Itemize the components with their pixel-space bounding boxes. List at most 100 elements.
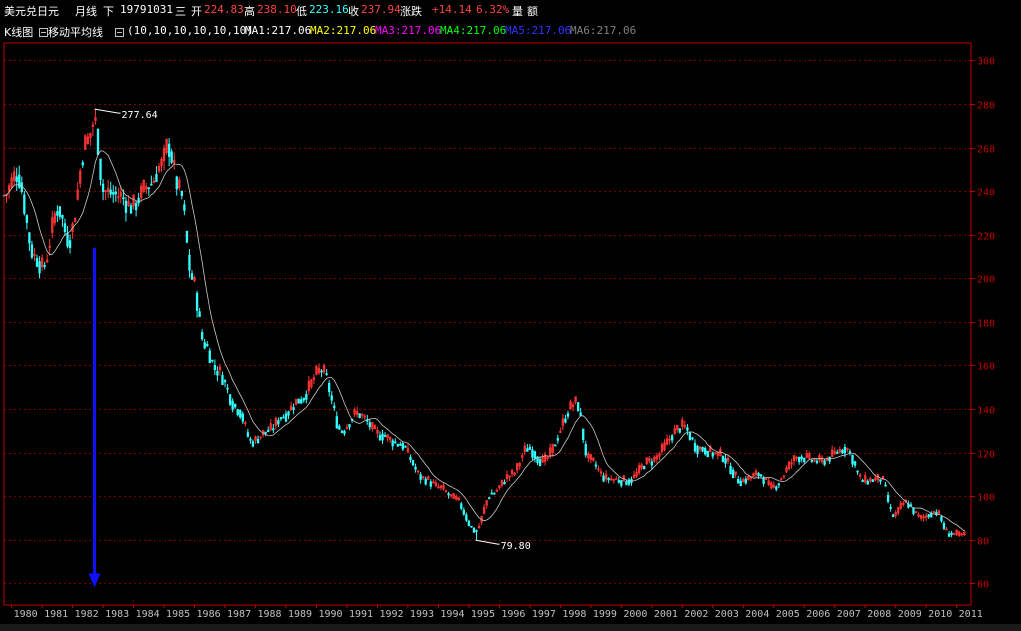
candle-body [419,474,422,480]
x-tick-label: 2000 [623,609,647,620]
candle-body [15,176,18,182]
candle [208,347,211,364]
candle-body [213,365,217,370]
candle [371,422,374,432]
candle-body [284,413,288,422]
candle [592,457,595,462]
candle [571,401,575,412]
candle [231,398,234,413]
candle [653,455,656,464]
candle-body [325,373,328,376]
candle [531,446,534,461]
candle [612,478,615,484]
candle [312,374,316,384]
candle-body [404,445,407,448]
candle-body [228,394,232,405]
candle-body [472,528,476,533]
candle [84,134,87,151]
candle-body [678,428,681,433]
candle-body [947,533,951,537]
candle [467,519,471,527]
candlestick-chart[interactable]: 277.64 79.80 60 80 100 120 140 160 180 200 220 240… [0,0,1021,631]
candle [569,399,572,410]
candle-body [231,400,234,410]
candle [165,138,168,155]
candle-body [223,380,227,383]
candle-body [554,444,557,447]
y-tick-label: 80 [977,537,989,548]
candle-body [602,475,605,482]
annotation-leader [94,108,121,114]
candle [226,384,229,394]
candle [399,441,402,446]
x-tick-label: 1982 [75,609,99,620]
bottom-tab-strip[interactable] [0,624,1021,631]
candle [198,307,201,318]
candle-body [411,460,415,466]
candle-body [279,417,283,420]
candle [305,390,308,404]
candle [35,254,39,268]
candle-body [335,416,338,429]
x-tick-label: 2006 [806,609,830,620]
candle [259,436,262,440]
x-tick-label: 2010 [928,609,952,620]
candle [805,449,808,459]
candle-body [815,460,819,464]
candle-body [409,456,412,461]
candle [556,434,559,444]
candle-body [879,479,882,482]
candle [513,471,516,477]
candle [416,470,420,475]
candle [602,472,605,483]
candle [884,481,887,487]
candle-body [272,428,275,431]
candle [414,463,417,473]
candle [714,452,717,455]
candle [338,424,341,430]
candle-body [884,484,887,487]
candle [429,479,432,490]
candle [289,401,293,411]
candle-body [56,211,59,216]
candle-body [305,394,308,400]
candle [307,375,311,395]
candle-body [203,342,206,349]
candle [780,477,783,481]
candle [897,507,900,516]
y-tick-label: 120 [977,450,995,461]
candle [383,432,387,437]
candle [81,160,84,168]
candle [848,449,852,456]
candle [73,217,77,223]
candle [721,455,725,463]
candle [239,409,242,420]
candle [40,254,44,271]
candle [836,449,839,454]
candle [797,456,801,465]
candle [190,270,194,280]
candle [472,526,476,533]
candle [554,444,557,447]
y-tick-label: 160 [977,362,995,373]
candle [625,480,628,486]
candle [935,509,938,517]
candle [947,531,951,537]
candle [716,451,720,460]
candle [330,391,333,405]
candle [620,479,623,488]
candle [442,482,445,491]
candle [56,205,59,223]
candle-body [38,261,41,274]
candle-body [109,189,112,195]
candle-body [20,182,23,192]
candle [200,329,204,342]
candle-body [236,409,239,416]
candle [858,472,862,480]
candle-body [579,412,582,416]
candle [411,459,415,466]
candle-body [643,466,646,470]
ma-line [3,150,965,532]
candle-body [488,497,491,500]
candle [693,439,697,454]
